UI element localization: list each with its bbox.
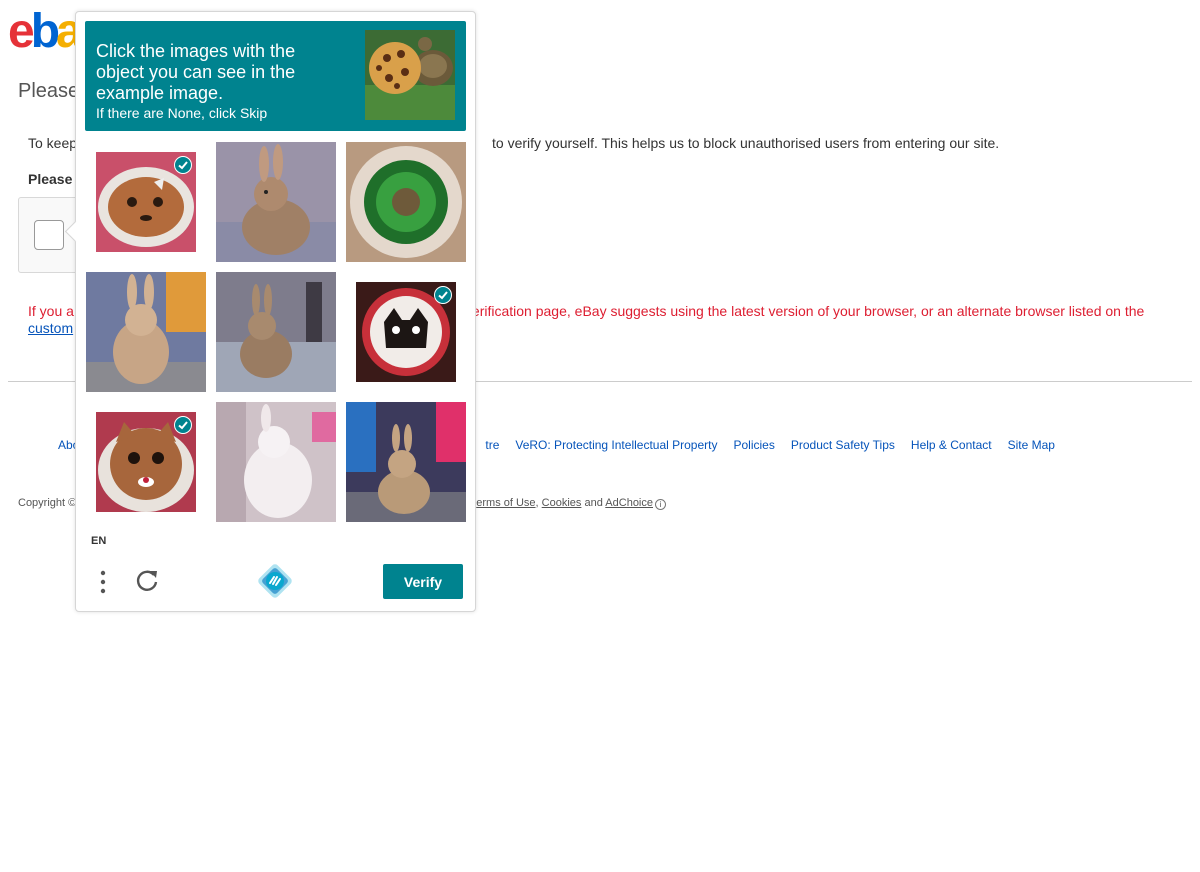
terms-link[interactable]: erms of Use [476, 497, 535, 509]
selected-check-icon [434, 286, 452, 304]
footer-link-vero[interactable]: VeRO: Protecting Intellectual Property [515, 438, 717, 452]
footer-link-policies[interactable]: Policies [733, 438, 774, 452]
menu-icon[interactable] [93, 568, 113, 596]
prompt-subtitle: If there are None, click Skip [96, 105, 268, 121]
customer-service-link[interactable]: custom [28, 320, 73, 336]
footer-link-sitemap[interactable]: Site Map [1008, 438, 1055, 452]
verify-prompt-label: Please [28, 171, 73, 187]
challenge-tile[interactable] [216, 402, 336, 522]
challenge-tile[interactable] [216, 142, 336, 262]
challenge-tile[interactable] [96, 152, 196, 252]
captcha-challenge: Click the images with the object you can… [64, 11, 476, 612]
challenge-tile[interactable] [346, 142, 466, 262]
challenge-prompt: Click the images with the object you can… [85, 21, 466, 131]
example-image [365, 30, 455, 120]
footer-link-product-safety[interactable]: Product Safety Tips [791, 438, 895, 452]
info-icon: i [655, 499, 666, 510]
challenge-tile[interactable] [86, 272, 206, 392]
footer-link-help[interactable]: Help & Contact [911, 438, 992, 452]
prompt-title: Click the images with the object you can… [96, 41, 296, 103]
refresh-icon[interactable] [133, 567, 161, 595]
challenge-tile[interactable] [346, 402, 466, 522]
hcaptcha-logo-icon[interactable] [258, 564, 292, 598]
verify-button[interactable]: Verify [383, 564, 463, 599]
page-title: Please [18, 80, 80, 102]
selected-check-icon [174, 416, 192, 434]
adchoice-link[interactable]: AdChoice [605, 497, 653, 509]
captcha-checkbox[interactable] [34, 220, 64, 250]
challenge-tile[interactable] [216, 272, 336, 392]
selected-check-icon [174, 156, 192, 174]
challenge-tile[interactable] [356, 282, 456, 382]
cookies-link[interactable]: Cookies [542, 497, 582, 509]
footer-link[interactable]: tre [485, 438, 499, 452]
language-selector[interactable]: EN [91, 535, 106, 547]
challenge-tile[interactable] [96, 412, 196, 512]
